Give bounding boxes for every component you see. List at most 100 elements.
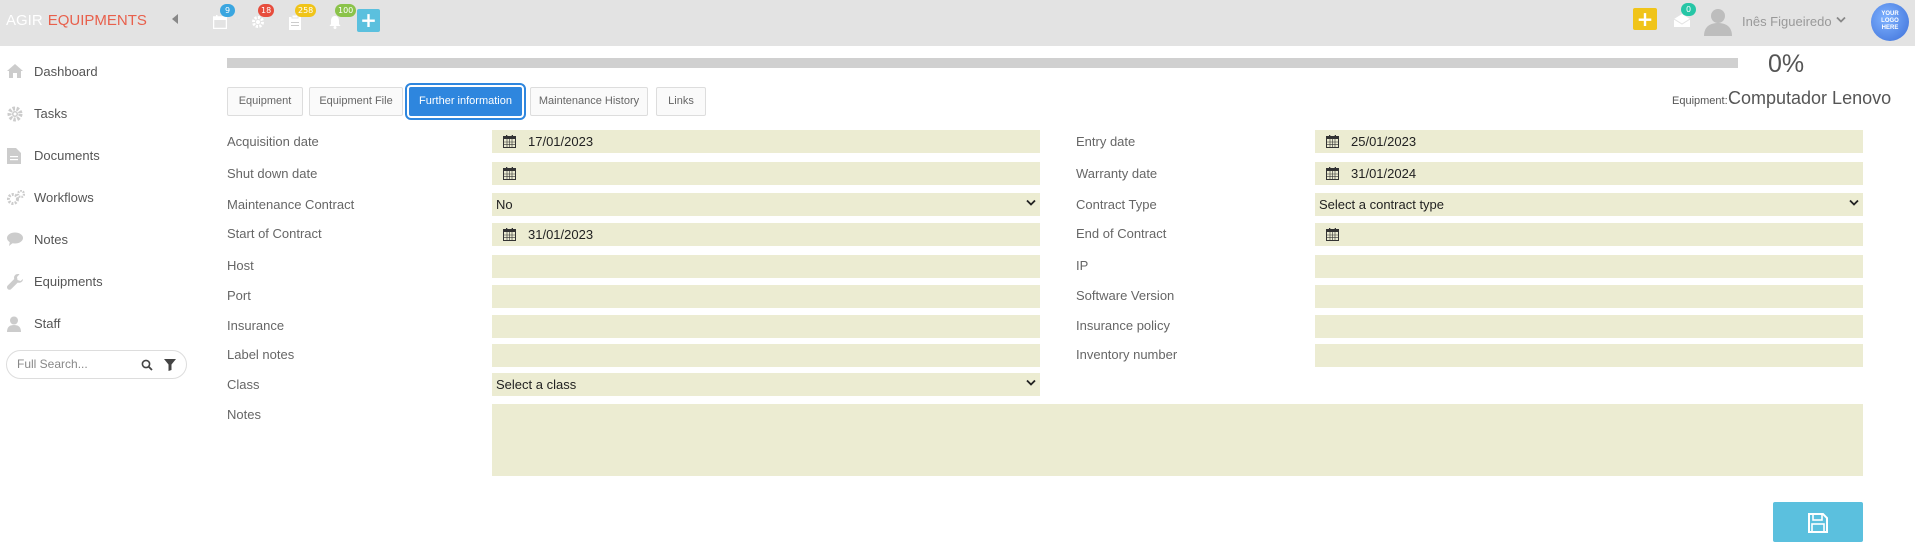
progress-bar	[227, 58, 1738, 68]
end-of-contract-field[interactable]	[1315, 223, 1863, 246]
sidebar-item-equipments[interactable]: Equipments	[0, 266, 192, 296]
acquisition-date-value: 17/01/2023	[528, 134, 594, 149]
acquisition-date-label: Acquisition date	[227, 134, 319, 149]
ip-label: IP	[1076, 258, 1089, 273]
sidebar-item-tasks[interactable]: Tasks	[0, 98, 192, 128]
maintenance-contract-select[interactable]: No	[492, 193, 1040, 216]
wrench-icon	[7, 274, 23, 290]
software-version-input[interactable]	[1315, 285, 1863, 308]
port-input[interactable]	[492, 285, 1040, 308]
clipboard-notifications[interactable]: 258	[283, 4, 317, 35]
calendar-icon[interactable]	[503, 167, 516, 180]
ip-input[interactable]	[1315, 255, 1863, 278]
tab-links[interactable]: Links	[656, 87, 706, 116]
insurance-policy-input[interactable]	[1315, 315, 1863, 338]
bell-notifications[interactable]: 100	[323, 4, 357, 35]
class-select[interactable]: Select a class	[492, 373, 1040, 396]
sidebar-item-workflows[interactable]: Workflows	[0, 182, 192, 212]
full-search-input[interactable]	[17, 357, 127, 371]
contract-type-value: Select a contract type	[1319, 197, 1445, 212]
brand-equipments: EQUIPMENTS	[47, 12, 147, 29]
start-of-contract-value: 31/01/2023	[528, 227, 594, 242]
inventory-number-input[interactable]	[1315, 344, 1863, 367]
maintenance-contract-label: Maintenance Contract	[227, 197, 355, 212]
tab-equipment[interactable]: Equipment	[227, 87, 303, 116]
save-button[interactable]	[1773, 502, 1863, 542]
tab-further-information[interactable]: Further information	[405, 83, 526, 120]
brand-agir: AGIR	[6, 12, 43, 29]
insurance-input[interactable]	[492, 315, 1040, 338]
sidebar-item-staff[interactable]: Staff	[0, 308, 192, 338]
sidebar-item-notes[interactable]: Notes	[0, 224, 192, 254]
mail-badge: 0	[1681, 3, 1696, 16]
user-avatar-icon[interactable]	[1701, 6, 1735, 36]
chevron-down-icon	[1026, 379, 1036, 386]
tab-equipment-file[interactable]: Equipment File	[309, 87, 403, 116]
chevron-down-icon[interactable]	[1836, 16, 1846, 24]
top-bar: AGIR EQUIPMENTS 9 18 258 100 + + 0 Inês F…	[0, 0, 1915, 46]
calendar-icon[interactable]	[503, 228, 516, 241]
gear-icon	[252, 16, 264, 28]
bell-icon	[329, 16, 341, 29]
host-label: Host	[227, 258, 254, 273]
entry-date-field[interactable]: 25/01/2023	[1315, 130, 1863, 153]
warranty-date-field[interactable]: 31/01/2024	[1315, 162, 1863, 185]
host-input[interactable]	[492, 255, 1040, 278]
start-of-contract-label: Start of Contract	[227, 226, 322, 241]
contract-type-label: Contract Type	[1076, 197, 1157, 212]
user-icon	[7, 316, 21, 332]
shut-down-date-field[interactable]	[492, 162, 1040, 185]
bell-badge: 100	[335, 4, 357, 17]
floppy-disk-icon	[1808, 513, 1828, 533]
user-name[interactable]: Inês Figueiredo	[1742, 14, 1832, 29]
home-icon	[7, 64, 23, 78]
calendar-icon	[213, 15, 227, 29]
search-icon[interactable]	[141, 359, 153, 371]
sidebar: Dashboard Tasks Documents Workflows Note…	[0, 46, 192, 550]
settings-notifications[interactable]: 18	[246, 4, 275, 35]
calendar-icon[interactable]	[1326, 167, 1339, 180]
sidebar-item-documents[interactable]: Documents	[0, 140, 192, 170]
contract-type-select[interactable]: Select a contract type	[1315, 193, 1863, 216]
company-logo: YOUR LOGO HERE	[1871, 3, 1909, 41]
app-brand[interactable]: AGIR EQUIPMENTS	[6, 12, 147, 29]
calendar-notifications[interactable]: 9	[208, 4, 235, 35]
notes-textarea[interactable]	[492, 404, 1863, 476]
equipment-name: Computador Lenovo	[1728, 88, 1892, 108]
progress-percentage: 0%	[1768, 50, 1805, 78]
sidebar-item-dashboard[interactable]: Dashboard	[0, 56, 192, 86]
insurance-label: Insurance	[227, 318, 285, 333]
add-button[interactable]: +	[357, 9, 380, 32]
shut-down-date-label: Shut down date	[227, 166, 318, 181]
calendar-icon[interactable]	[1326, 135, 1339, 148]
filter-icon[interactable]	[164, 359, 176, 371]
gear-icon	[7, 106, 23, 122]
class-label: Class	[227, 377, 260, 392]
tab-maintenance-history[interactable]: Maintenance History	[530, 87, 648, 116]
comment-icon	[7, 232, 23, 246]
software-version-label: Software Version	[1076, 288, 1175, 303]
sidebar-collapse-icon[interactable]	[172, 14, 178, 24]
entry-date-label: Entry date	[1076, 134, 1136, 149]
notes-label: Notes	[227, 407, 261, 422]
end-of-contract-label: End of Contract	[1076, 226, 1167, 241]
clipboard-icon	[289, 15, 301, 30]
start-of-contract-field[interactable]: 31/01/2023	[492, 223, 1040, 246]
class-value: Select a class	[496, 377, 577, 392]
workflow-icon	[7, 190, 25, 205]
calendar-icon[interactable]	[1326, 228, 1339, 241]
acquisition-date-field[interactable]: 17/01/2023	[492, 130, 1040, 153]
full-search-box	[6, 350, 187, 379]
maintenance-contract-value: No	[496, 197, 513, 212]
calendar-icon[interactable]	[503, 135, 516, 148]
inventory-number-label: Inventory number	[1076, 347, 1178, 362]
chevron-down-icon	[1026, 199, 1036, 206]
label-notes-input[interactable]	[492, 344, 1040, 367]
document-icon	[7, 148, 21, 164]
settings-badge: 18	[258, 4, 275, 17]
insurance-policy-label: Insurance policy	[1076, 318, 1170, 333]
equipment-label: Equipment:	[1672, 95, 1728, 107]
messages-notifications[interactable]: 0	[1669, 3, 1696, 34]
quick-add-button[interactable]: +	[1633, 8, 1657, 30]
label-notes-label: Label notes	[227, 347, 295, 362]
